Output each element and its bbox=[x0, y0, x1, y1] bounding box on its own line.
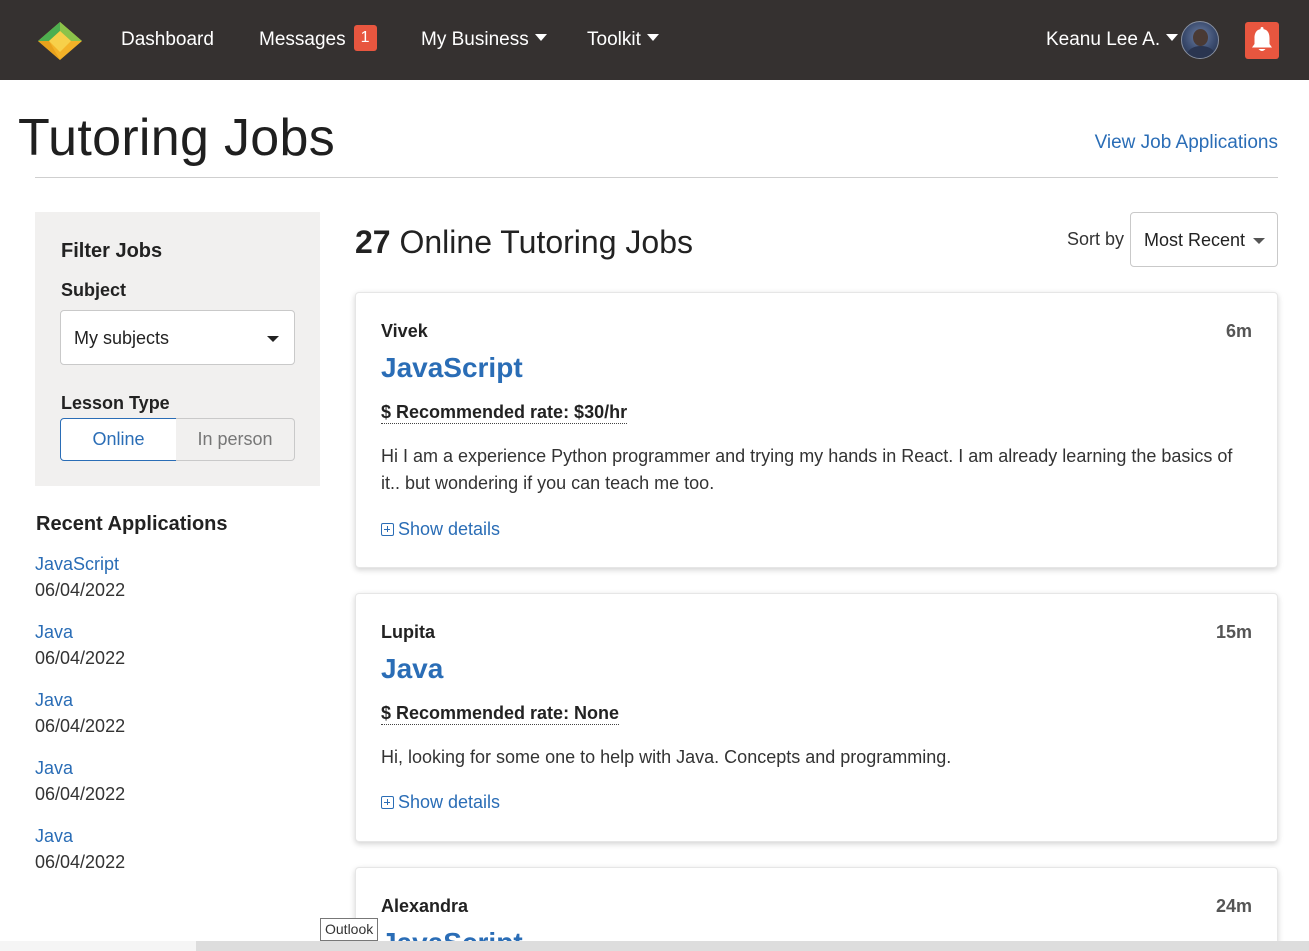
sort-label: Sort by bbox=[1067, 229, 1125, 249]
nav-dashboard[interactable]: Dashboard bbox=[121, 0, 214, 80]
nav-my-business[interactable]: My Business bbox=[421, 0, 547, 80]
recommended-rate[interactable]: $ Recommended rate: None bbox=[381, 702, 620, 725]
subject-label: Subject bbox=[61, 280, 127, 300]
taskbar bbox=[0, 941, 1309, 951]
sort-select[interactable]: Most Recent bbox=[1130, 212, 1278, 267]
avatar[interactable] bbox=[1181, 21, 1219, 59]
show-details-link[interactable]: Show details bbox=[381, 792, 500, 813]
job-subject-link[interactable]: JavaScript bbox=[381, 352, 523, 384]
show-details-link[interactable]: Show details bbox=[381, 519, 500, 540]
student-name: Lupita bbox=[381, 622, 435, 642]
nav-messages[interactable]: Messages 1 bbox=[259, 0, 377, 80]
job-card: Lupita 15m Java $ Recommended rate: None… bbox=[355, 593, 1278, 842]
list-item: JavaScript 06/04/2022 bbox=[35, 552, 295, 620]
list-item: Java 06/04/2022 bbox=[35, 756, 295, 824]
recent-application-link[interactable]: Java bbox=[35, 688, 295, 712]
recent-application-link[interactable]: JavaScript bbox=[35, 552, 295, 576]
job-description: Hi, looking for some one to help with Ja… bbox=[381, 747, 952, 767]
recent-application-date: 06/04/2022 bbox=[35, 580, 126, 600]
bell-icon bbox=[1252, 27, 1272, 51]
nav-toolkit-label: Toolkit bbox=[587, 29, 641, 50]
top-navbar: Dashboard Messages 1 My Business Toolkit … bbox=[0, 0, 1309, 80]
chevron-down-icon bbox=[534, 34, 547, 42]
recent-application-link[interactable]: Java bbox=[35, 756, 295, 780]
subject-select-value: My subjects bbox=[74, 328, 170, 348]
user-name: Keanu Lee A. bbox=[1046, 29, 1161, 50]
show-details-label: Show details bbox=[398, 519, 501, 539]
view-job-applications-link[interactable]: View Job Applications bbox=[1095, 132, 1278, 154]
recent-application-link[interactable]: Java bbox=[35, 620, 295, 644]
messages-count-badge: 1 bbox=[353, 24, 377, 51]
plus-square-icon bbox=[381, 523, 394, 536]
filter-panel: Filter Jobs Subject My subjects Lesson T… bbox=[35, 212, 320, 486]
recent-application-date: 06/04/2022 bbox=[35, 852, 126, 872]
plus-square-icon bbox=[381, 796, 394, 809]
job-subject-link[interactable]: Java bbox=[381, 653, 443, 685]
user-menu[interactable]: Keanu Lee A. bbox=[1046, 0, 1179, 80]
recent-application-date: 06/04/2022 bbox=[35, 716, 126, 736]
recent-applications-list: JavaScript 06/04/2022 Java 06/04/2022 Ja… bbox=[35, 552, 295, 892]
subject-select[interactable]: My subjects bbox=[60, 310, 295, 365]
job-card: Vivek 6m JavaScript $ Recommended rate: … bbox=[355, 292, 1278, 568]
student-name: Alexandra bbox=[381, 896, 469, 916]
recent-application-date: 06/04/2022 bbox=[35, 784, 126, 804]
job-description: Hi I am a experience Python programmer a… bbox=[381, 446, 1233, 493]
nav-toolkit[interactable]: Toolkit bbox=[587, 0, 659, 80]
logo-icon[interactable] bbox=[38, 22, 82, 60]
chevron-down-icon bbox=[267, 336, 279, 342]
jobs-count-label: Online Tutoring Jobs bbox=[399, 224, 693, 260]
nav-my-business-label: My Business bbox=[421, 29, 529, 50]
list-item: Java 06/04/2022 bbox=[35, 824, 295, 892]
list-item: Java 06/04/2022 bbox=[35, 688, 295, 756]
recommended-rate[interactable]: $ Recommended rate: $30/hr bbox=[381, 401, 628, 424]
posted-time: 15m bbox=[1215, 622, 1252, 642]
recent-application-date: 06/04/2022 bbox=[35, 648, 126, 668]
tooltip: Outlook bbox=[320, 918, 379, 941]
lesson-type-in-person-button[interactable]: In person bbox=[176, 418, 295, 461]
divider bbox=[35, 177, 1278, 178]
nav-dashboard-label: Dashboard bbox=[121, 29, 214, 50]
job-card: Alexandra 24m JavaScript bbox=[355, 867, 1278, 951]
chevron-down-icon bbox=[646, 34, 659, 42]
nav-messages-label: Messages bbox=[259, 29, 346, 50]
posted-time: 6m bbox=[1225, 321, 1252, 341]
jobs-count-number: 27 bbox=[355, 224, 391, 260]
notifications-button[interactable] bbox=[1245, 22, 1279, 59]
sort-select-value: Most Recent bbox=[1144, 230, 1246, 250]
chevron-down-icon bbox=[1253, 238, 1265, 244]
list-item: Java 06/04/2022 bbox=[35, 620, 295, 688]
lesson-type-online-button[interactable]: Online bbox=[60, 418, 177, 461]
recent-applications-heading: Recent Applications bbox=[36, 513, 228, 535]
show-details-label: Show details bbox=[398, 792, 501, 812]
recent-application-link[interactable]: Java bbox=[35, 824, 295, 848]
jobs-count-heading: 27 Online Tutoring Jobs bbox=[355, 224, 693, 261]
posted-time: 24m bbox=[1215, 896, 1252, 916]
lesson-type-label: Lesson Type bbox=[61, 393, 170, 413]
chevron-down-icon bbox=[1166, 34, 1179, 42]
filter-heading: Filter Jobs bbox=[61, 240, 163, 262]
page-title: Tutoring Jobs bbox=[18, 109, 336, 167]
student-name: Vivek bbox=[381, 321, 428, 341]
